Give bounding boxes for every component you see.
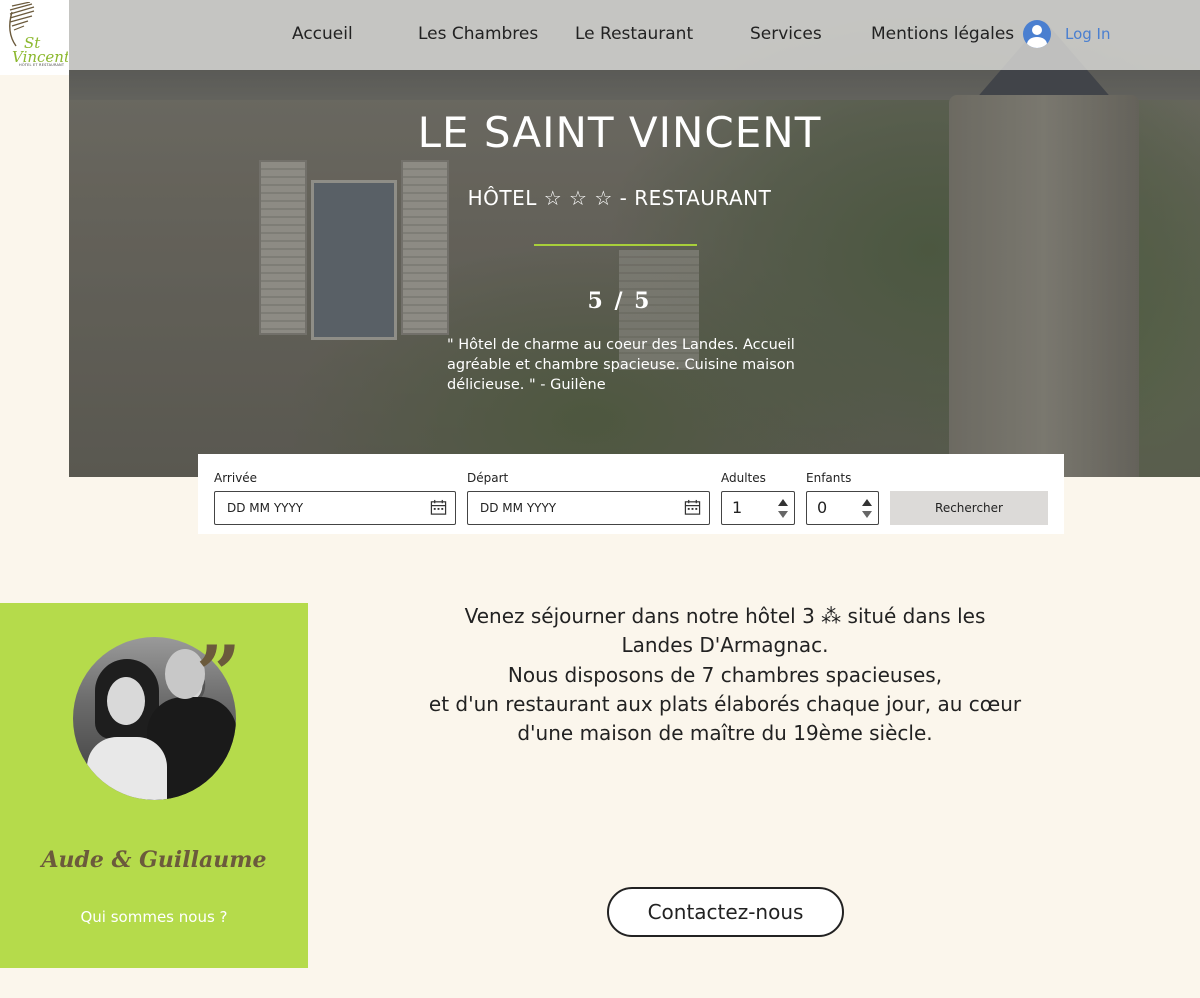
contact-button[interactable]: Contactez-nous — [607, 887, 844, 937]
login-label: Log In — [1065, 25, 1111, 43]
site-logo[interactable]: St Vincent HÔTEL ET RESTAURANT — [0, 0, 69, 75]
departure-date-value: DD MM YYYY — [480, 501, 557, 515]
arrival-date-value: DD MM YYYY — [227, 501, 304, 515]
site-header: St Vincent HÔTEL ET RESTAURANT Accueil L… — [0, 0, 1200, 75]
decrement-arrow-icon[interactable] — [778, 511, 788, 518]
adults-stepper[interactable]: 1 — [721, 491, 795, 525]
booking-widget: Arrivée DD MM YYYY Départ DD MM YYYY Adu… — [198, 454, 1064, 534]
about-us-link[interactable]: Qui sommes nous ? — [0, 908, 308, 926]
intro-line: d'une maison de maître du 19ème siècle. — [517, 721, 933, 746]
nav-item-services[interactable]: Services — [750, 24, 822, 44]
decrement-arrow-icon[interactable] — [862, 511, 872, 518]
departure-label: Départ — [467, 471, 509, 485]
nav-item-restaurant[interactable]: Le Restaurant — [575, 24, 693, 44]
departure-date-field[interactable]: DD MM YYYY — [467, 491, 710, 525]
photo-woman-face — [107, 677, 145, 725]
adults-value: 1 — [732, 498, 743, 517]
children-label: Enfants — [806, 471, 852, 485]
photo-woman-body — [87, 737, 167, 800]
hero-review-quote: " Hôtel de charme au coeur des Landes. A… — [447, 337, 795, 393]
hero-divider — [534, 244, 697, 246]
intro-line: Landes D'Armagnac. — [621, 633, 829, 658]
logo-icon: St Vincent — [9, 2, 68, 66]
nav-item-mentions-legales[interactable]: Mentions légales — [871, 24, 1014, 44]
user-avatar-icon — [1023, 20, 1051, 48]
adults-label: Adultes — [721, 471, 766, 485]
children-stepper[interactable]: 0 — [806, 491, 879, 525]
intro-line: Nous disposons de 7 chambres spacieuses, — [507, 662, 943, 687]
quote-mark-icon: ” — [196, 629, 241, 720]
children-stepper-arrows[interactable] — [861, 496, 873, 522]
adults-stepper-arrows[interactable] — [777, 496, 789, 522]
intro-text: Venez séjourner dans notre hôtel 3 ⁂ sit… — [400, 602, 1050, 748]
increment-arrow-icon[interactable] — [778, 499, 788, 506]
hero-overlay — [69, 0, 1200, 477]
calendar-icon[interactable] — [430, 499, 447, 516]
calendar-icon[interactable] — [684, 499, 701, 516]
hero-subtitle: HÔTEL ☆ ☆ ☆ - RESTAURANT — [467, 186, 772, 210]
hero-rating: 5 / 5 — [587, 288, 652, 314]
hero-banner: LE SAINT VINCENT HÔTEL ☆ ☆ ☆ - RESTAURAN… — [69, 0, 1200, 477]
intro-line: et d'un restaurant aux plats élaborés ch… — [428, 691, 1022, 716]
hero-title: LE SAINT VINCENT — [417, 108, 822, 157]
owners-card: Aude & Guillaume Qui sommes nous ? — [0, 603, 308, 968]
login-button[interactable]: Log In — [1023, 19, 1111, 49]
children-value: 0 — [817, 498, 828, 517]
nav-item-accueil[interactable]: Accueil — [292, 24, 353, 44]
increment-arrow-icon[interactable] — [862, 499, 872, 506]
nav-item-chambres[interactable]: Les Chambres — [418, 24, 538, 44]
intro-line: Venez séjourner dans notre hôtel 3 ⁂ sit… — [464, 604, 986, 628]
arrival-date-field[interactable]: DD MM YYYY — [214, 491, 456, 525]
logo-subtitle: HÔTEL ET RESTAURANT — [19, 63, 65, 67]
search-button[interactable]: Rechercher — [890, 491, 1048, 525]
owners-name: Aude & Guillaume — [41, 847, 267, 873]
arrival-label: Arrivée — [214, 471, 258, 485]
